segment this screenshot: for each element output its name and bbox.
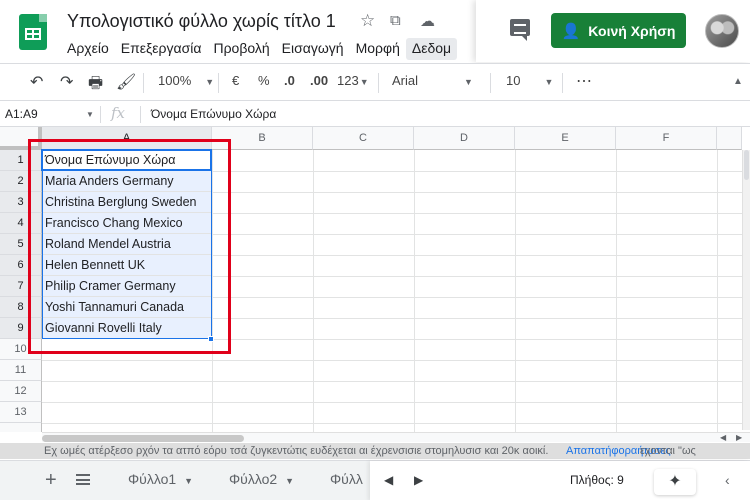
app-header: Υπολογιστικό φύλλο χωρίς τίτλο 1 ☆ ⧉ ☁ Α… (0, 0, 750, 62)
toolbar-divider (143, 73, 144, 93)
formula-bar: A1:A9 ▼ fx Όνομα Επώνυμο Χώρα (0, 102, 750, 127)
scroll-left-icon[interactable]: ◀ (720, 433, 726, 442)
menu-insert[interactable]: Εισαγωγή (276, 38, 350, 60)
count-summary[interactable]: Πλήθος: 9 (570, 473, 624, 487)
share-button-label: Κοινή Χρήση (588, 22, 676, 39)
fx-icon: fx (111, 104, 126, 122)
grid-lines (42, 150, 742, 432)
font-value: Arial (392, 73, 419, 88)
chevron-down-icon[interactable]: ▼ (86, 110, 94, 119)
scroll-tabs-right-icon[interactable]: ▶ (414, 473, 423, 487)
print-icon[interactable]: 🖶 (88, 72, 103, 99)
menu-file[interactable]: Αρχείο (61, 38, 115, 60)
avatar[interactable] (705, 14, 739, 48)
toolbar-divider (378, 73, 379, 93)
chevron-down-icon: ▼ (359, 77, 369, 87)
chevron-left-icon[interactable]: ‹ (725, 472, 730, 488)
chevron-down-icon: ▼ (184, 476, 193, 486)
font-select[interactable]: Arial ▼ (392, 73, 473, 88)
zoom-select[interactable]: 100% ▼ (158, 73, 214, 88)
notification-tail: εχονται "ως (640, 445, 696, 457)
toolbar: ↶ ↷ 🖶 🖌 100% ▼ € % .0 .00 123▼ Arial ▼ 10 ▼… (0, 63, 750, 101)
scroll-tabs-left-icon[interactable]: ◀ (384, 473, 393, 487)
font-size-select[interactable]: 10 ▼ (506, 73, 553, 88)
sheet-tab-label: Φύλλο2 (229, 471, 278, 487)
more-options-icon[interactable]: ⋯ (576, 71, 592, 91)
menu-edit[interactable]: Επεξεργασία (115, 38, 208, 60)
move-folder-icon[interactable]: ⧉ (390, 12, 401, 29)
notification-strip: Εχ ωμές ατέρξεσο ρχόν τα ατπό εόρυ τσά ζ… (0, 443, 750, 459)
header-actions: 👤 Κοινή Χρήση (476, 0, 750, 62)
redo-icon[interactable]: ↷ (60, 72, 73, 92)
formula-input[interactable]: Όνομα Επώνυμο Χώρα (151, 107, 276, 121)
percent-button[interactable]: % (258, 73, 270, 88)
sheet-tab-1[interactable]: Φύλλο1 ▼ (128, 471, 193, 487)
toolbar-divider (218, 73, 219, 93)
vertical-scrollbar-thumb[interactable] (744, 150, 749, 180)
decrease-decimal-button[interactable]: .0 (284, 73, 295, 88)
vertical-scrollbar[interactable] (742, 150, 750, 430)
person-add-icon: 👤 (561, 22, 581, 40)
chevron-down-icon: ▼ (464, 77, 473, 87)
menu-data[interactable]: Δεδομ (405, 38, 458, 60)
menu-format[interactable]: Μορφή (350, 38, 406, 60)
toolbar-divider (562, 73, 563, 93)
sheet-tab-label: Φύλλο1 (128, 471, 177, 487)
sheets-app: Υπολογιστικό φύλλο χωρίς τίτλο 1 ☆ ⧉ ☁ Α… (0, 0, 750, 500)
name-box[interactable]: A1:A9 (5, 107, 38, 121)
horizontal-scrollbar[interactable]: ◀ ▶ (42, 432, 750, 442)
menu-view[interactable]: Προβολή (207, 38, 275, 60)
comment-history-icon[interactable] (510, 19, 530, 41)
collapse-toolbar-icon[interactable]: ▲ (733, 76, 743, 87)
zoom-value: 100% (158, 73, 192, 88)
sheet-tab-3[interactable]: Φύλλ (330, 471, 363, 487)
fill-handle[interactable] (208, 336, 214, 342)
undo-icon[interactable]: ↶ (30, 72, 43, 92)
all-sheets-icon[interactable] (76, 474, 90, 485)
paint-format-icon[interactable]: 🖌 (116, 72, 136, 92)
star-icon[interactable]: ☆ (360, 11, 375, 31)
formula-divider (100, 106, 101, 123)
sheet-tabs-bar: + Φύλλο1 ▼ Φύλλο2 ▼ Φύλλ ◀ ▶ Πλήθος: 9 ✦… (0, 460, 750, 500)
horizontal-scrollbar-thumb[interactable] (42, 435, 244, 442)
menu-bar: Αρχείο Επεξεργασία Προβολή Εισαγωγή Μορφ… (61, 38, 458, 60)
more-formats-select[interactable]: 123▼ (337, 73, 369, 88)
currency-button[interactable]: € (232, 73, 239, 88)
sheets-logo-icon[interactable] (19, 14, 47, 50)
toolbar-divider (490, 73, 491, 93)
chevron-down-icon: ▼ (285, 476, 294, 486)
increase-decimal-button[interactable]: .00 (310, 73, 328, 88)
cloud-status-icon[interactable]: ☁ (420, 12, 435, 30)
chevron-down-icon: ▼ (205, 77, 215, 87)
sheet-tab-2[interactable]: Φύλλο2 ▼ (229, 471, 294, 487)
more-formats-label: 123 (337, 73, 359, 88)
font-size-value: 10 (506, 73, 521, 88)
spreadsheet-grid[interactable]: A B C D E F 1 2 3 4 5 6 7 8 9 10 11 12 1… (0, 127, 750, 432)
formula-divider (140, 106, 141, 123)
scroll-right-icon[interactable]: ▶ (736, 433, 742, 442)
explore-icon[interactable]: ✦ (654, 469, 696, 495)
share-button[interactable]: 👤 Κοινή Χρήση (551, 13, 686, 48)
document-title[interactable]: Υπολογιστικό φύλλο χωρίς τίτλο 1 (67, 11, 336, 32)
status-panel: ◀ ▶ Πλήθος: 9 ✦ ‹ (370, 461, 750, 500)
notification-text: Εχ ωμές ατέρξεσο ρχόν τα ατπό εόρυ τσά ζ… (44, 445, 549, 457)
add-sheet-icon[interactable]: + (45, 469, 57, 492)
chevron-down-icon: ▼ (544, 77, 554, 87)
